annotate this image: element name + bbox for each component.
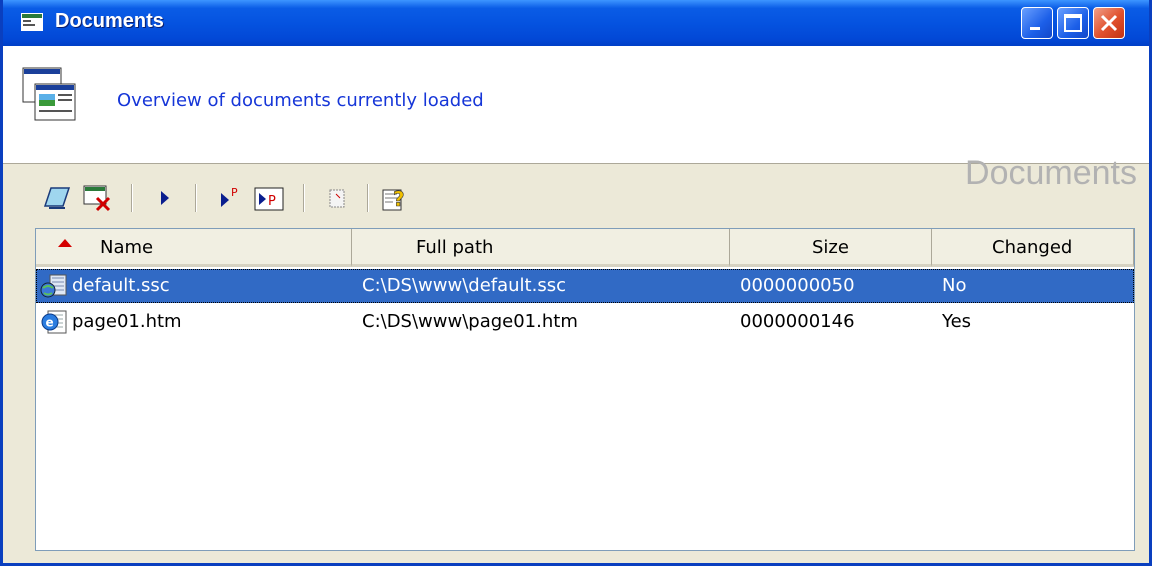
cell-changed: Yes xyxy=(942,311,972,332)
blank-page-button[interactable] xyxy=(321,182,353,214)
column-header-size[interactable]: Size xyxy=(730,229,932,267)
window-icon xyxy=(21,13,43,31)
toolbar: P P ? xyxy=(3,176,1149,220)
column-header-name[interactable]: Name xyxy=(36,229,352,267)
toolbar-separator xyxy=(303,184,305,212)
table-row[interactable]: default.ssc C:\DS\www\default.ssc 000000… xyxy=(36,269,1134,303)
svg-text:P: P xyxy=(231,186,238,199)
cell-path: C:\DS\www\page01.htm xyxy=(362,311,578,332)
toolbar-separator xyxy=(131,184,133,212)
cell-changed: No xyxy=(942,275,967,296)
column-header-label: Size xyxy=(812,237,849,258)
ssc-file-icon xyxy=(40,274,67,298)
toolbar-separator xyxy=(367,184,369,212)
minimize-button[interactable] xyxy=(1021,7,1053,39)
svg-text:e: e xyxy=(46,316,54,330)
cell-name: page01.htm xyxy=(72,311,182,332)
svg-text:P: P xyxy=(268,194,276,209)
run-button[interactable] xyxy=(149,182,181,214)
documents-icon xyxy=(22,67,76,121)
cell-size: 0000000146 xyxy=(740,311,855,332)
htm-file-icon: e xyxy=(41,310,67,334)
run-page-frame-icon: P xyxy=(254,187,284,211)
cell-path: C:\DS\www\default.ssc xyxy=(362,275,566,296)
documents-window: Documents Overview of documents currentl… xyxy=(0,0,1152,566)
window-title: Documents xyxy=(55,10,164,32)
toolbar-separator xyxy=(195,184,197,212)
column-header-full-path[interactable]: Full path xyxy=(352,229,730,267)
run-icon xyxy=(161,191,169,205)
header-description: Overview of documents currently loaded xyxy=(117,90,484,111)
run-page-icon: P xyxy=(221,186,238,207)
run-page-frame-button[interactable]: P xyxy=(253,182,285,214)
documents-list[interactable]: Name Full path Size Changed default.ssc … xyxy=(35,228,1135,551)
help-button[interactable]: ? xyxy=(379,182,411,214)
cell-size: 0000000050 xyxy=(740,275,855,296)
svg-text:?: ? xyxy=(393,187,405,211)
cell-name: default.ssc xyxy=(72,275,170,296)
run-page-button[interactable]: P xyxy=(213,182,245,214)
close-document-button[interactable] xyxy=(81,182,113,214)
column-header-changed[interactable]: Changed xyxy=(932,229,1134,267)
help-icon: ? xyxy=(382,187,405,211)
close-document-icon xyxy=(83,185,111,212)
header-panel: Overview of documents currently loaded D… xyxy=(3,46,1149,192)
close-button[interactable] xyxy=(1093,7,1125,39)
open-icon xyxy=(43,187,71,209)
column-header-label: Name xyxy=(100,237,154,258)
column-header-label: Full path xyxy=(416,237,494,258)
maximize-icon xyxy=(1064,14,1082,32)
sort-ascending-icon xyxy=(58,239,72,247)
table-row[interactable]: e page01.htm C:\DS\www\page01.htm 000000… xyxy=(36,305,1134,339)
blank-page-icon xyxy=(329,189,345,208)
maximize-button[interactable] xyxy=(1057,7,1089,39)
close-icon xyxy=(1100,14,1118,32)
open-button[interactable] xyxy=(41,182,73,214)
column-header-label: Changed xyxy=(992,237,1073,258)
title-bar[interactable]: Documents xyxy=(3,0,1149,46)
minimize-icon xyxy=(1030,27,1040,30)
